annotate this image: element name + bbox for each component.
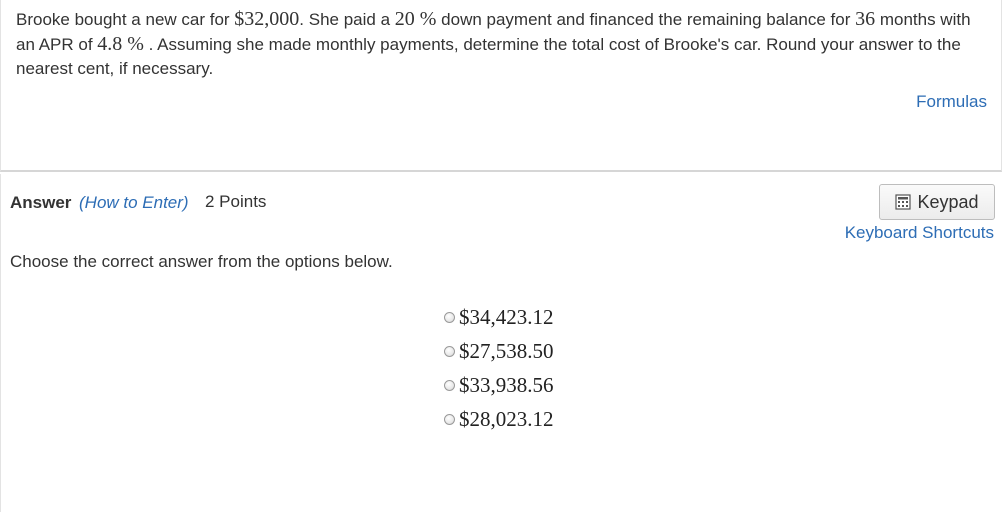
- formulas-link[interactable]: Formulas: [916, 92, 987, 112]
- answer-label: Answer: [10, 193, 72, 212]
- points-label: 2 Points: [205, 192, 267, 211]
- answer-option[interactable]: $33,938.56: [444, 368, 554, 402]
- down-payment-percent: 20 %: [394, 8, 437, 30]
- radio-button[interactable]: [444, 379, 455, 391]
- radio-button[interactable]: [444, 345, 455, 357]
- instructions-text: Choose the correct answer from the optio…: [10, 252, 393, 271]
- question-text: Brooke bought a new car for $32,000. She…: [16, 7, 991, 81]
- car-price: $32,000: [234, 8, 300, 30]
- question-text-part: Brooke bought a new car for: [16, 10, 235, 29]
- loan-months: 36: [855, 8, 876, 30]
- radio-button[interactable]: [444, 413, 455, 425]
- answer-option[interactable]: $27,538.50: [444, 334, 554, 368]
- question-panel: Brooke bought a new car for $32,000. She…: [0, 0, 1002, 172]
- radio-button[interactable]: [444, 311, 455, 323]
- apr-percent: 4.8 %: [97, 33, 144, 55]
- option-label: $34,423.12: [459, 304, 554, 329]
- keypad-icon: [895, 194, 912, 210]
- question-text-part: down payment and financed the remaining …: [436, 10, 856, 29]
- option-label: $27,538.50: [459, 338, 554, 363]
- option-label: $33,938.56: [459, 372, 554, 397]
- answer-panel: Answer (How to Enter) 2 Points Keypad Ke…: [0, 174, 1004, 512]
- option-label: $28,023.12: [459, 406, 554, 431]
- question-text-part: . She paid a: [299, 10, 395, 29]
- how-to-enter-link[interactable]: (How to Enter): [79, 193, 189, 213]
- answer-options: $34,423.12 $27,538.50 $33,938.56 $28,023…: [444, 300, 554, 436]
- answer-option[interactable]: $34,423.12: [444, 300, 554, 334]
- keypad-button[interactable]: Keypad: [879, 184, 995, 220]
- page: Brooke bought a new car for $32,000. She…: [0, 0, 1004, 512]
- answer-option[interactable]: $28,023.12: [444, 402, 554, 436]
- question-text-part: . Assuming she made monthly payments, de…: [16, 35, 961, 78]
- keyboard-shortcuts-link[interactable]: Keyboard Shortcuts: [845, 223, 994, 243]
- keypad-button-label: Keypad: [917, 191, 979, 212]
